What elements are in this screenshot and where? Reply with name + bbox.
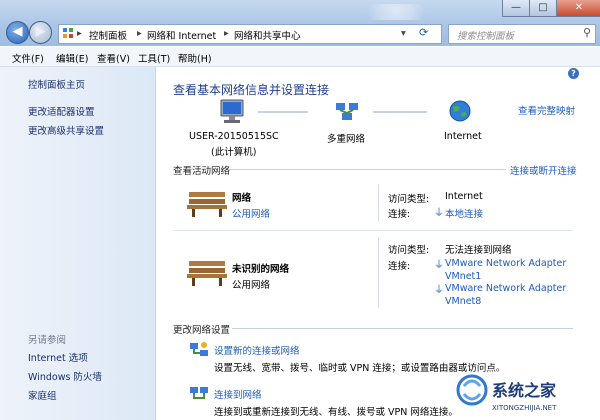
view-full-map-link[interactable]: 查看完整映射 xyxy=(518,103,575,117)
bench-icon xyxy=(187,192,227,217)
chevron-down-icon[interactable]: ▾ xyxy=(401,28,406,39)
breadcrumb-network-internet[interactable]: 网络和 Internet xyxy=(147,28,216,42)
connect-to-network-link[interactable]: 连接到网络 xyxy=(214,387,262,401)
see-also-heading: 另请参阅 xyxy=(28,335,67,346)
multiple-networks-icon xyxy=(336,103,358,120)
breadcrumb-sharing-center[interactable]: 网络和共享中心 xyxy=(234,28,301,42)
access-type-value: 无法连接到网络 xyxy=(445,245,512,256)
back-button[interactable]: ◀ xyxy=(6,21,29,44)
menu-tools[interactable]: 工具(T) xyxy=(138,51,170,65)
back-arrow-icon: ◀ xyxy=(12,24,23,39)
connect-disconnect-link[interactable]: 连接或断开连接 xyxy=(510,163,577,177)
computer-icon xyxy=(220,99,244,123)
bench-icon xyxy=(187,261,227,286)
menu-help[interactable]: 帮助(H) xyxy=(178,51,212,65)
divider xyxy=(232,328,573,329)
forward-arrow-icon: ▶ xyxy=(35,24,46,39)
change-settings-heading: 更改网络设置 xyxy=(173,325,231,336)
sidebar-item-sharing-settings[interactable]: 更改高级共享设置 xyxy=(28,123,104,137)
active-networks-heading: 查看活动网络 xyxy=(173,166,231,177)
help-icon[interactable]: ? xyxy=(568,68,579,79)
adapter-icon: ⏚ xyxy=(434,260,444,271)
menu-bar: 文件(F) 编辑(E) 查看(V) 工具(T) 帮助(H) xyxy=(0,47,600,67)
connections-label: 连接: xyxy=(388,209,411,220)
minimize-button[interactable]: — xyxy=(502,0,530,17)
map-connector xyxy=(373,111,427,113)
setup-connection-link[interactable]: 设置新的连接或网络 xyxy=(214,343,300,357)
connection-link[interactable]: VMnet1 xyxy=(445,271,481,282)
maximize-button[interactable]: □ xyxy=(529,0,557,17)
connect-to-network-desc: 连接到或重新连接到无线、有线、拨号或 VPN 网络连接。 xyxy=(214,407,458,418)
page-title: 查看基本网络信息并设置连接 xyxy=(173,83,330,97)
network-name: 未识别的网络 xyxy=(232,264,290,275)
internet-label: Internet xyxy=(444,131,482,142)
control-panel-icon xyxy=(63,28,73,38)
divider xyxy=(378,238,379,308)
svg-text:XITONGZHIJIA.NET: XITONGZHIJIA.NET xyxy=(492,404,557,412)
search-box[interactable]: 搜索控制面板 ⚲ xyxy=(448,24,596,44)
new-connection-icon xyxy=(190,342,208,356)
breadcrumb-separator: ▸ xyxy=(77,28,82,39)
connection-link[interactable]: VMnet8 xyxy=(445,296,481,307)
breadcrumb-separator: ▸ xyxy=(224,28,229,39)
address-bar[interactable]: ▸ 控制面板 ▸ 网络和 Internet ▸ 网络和共享中心 ▾ ⟳ xyxy=(58,24,442,44)
search-input[interactable]: 搜索控制面板 xyxy=(457,28,514,42)
menu-edit[interactable]: 编辑(E) xyxy=(56,51,88,65)
sidebar-item-firewall[interactable]: Windows 防火墙 xyxy=(28,369,102,383)
close-button[interactable]: ✕ xyxy=(556,0,600,17)
connection-link[interactable]: 本地连接 xyxy=(445,206,483,220)
glow-decoration xyxy=(356,4,436,20)
menu-view[interactable]: 查看(V) xyxy=(97,51,130,65)
connect-network-icon xyxy=(190,387,208,399)
site-watermark-logo: 系统之家 XITONGZHIJIA.NET xyxy=(452,368,600,420)
sidebar-item-homegroup[interactable]: 家庭组 xyxy=(28,388,57,402)
divider xyxy=(228,169,506,170)
map-connector xyxy=(258,111,308,113)
connection-link[interactable]: VMware Network Adapter xyxy=(445,258,566,269)
adapter-icon: ⏚ xyxy=(434,285,444,296)
sidebar-item-home[interactable]: 控制面板主页 xyxy=(28,77,85,91)
network-category: 公用网络 xyxy=(232,280,271,291)
access-type-value: Internet xyxy=(445,191,483,202)
sidebar-item-adapter-settings[interactable]: 更改适配器设置 xyxy=(28,104,95,118)
divider xyxy=(378,184,379,222)
svg-text:系统之家: 系统之家 xyxy=(492,381,557,400)
access-type-label: 访问类型: xyxy=(388,245,430,256)
connection-link[interactable]: VMware Network Adapter xyxy=(445,283,566,294)
connections-label: 连接: xyxy=(388,261,411,272)
breadcrumb-separator: ▸ xyxy=(137,28,142,39)
divider xyxy=(173,230,573,231)
computer-sublabel: (此计算机) xyxy=(211,147,257,158)
multiple-networks-label: 多重网络 xyxy=(327,134,366,145)
menu-file[interactable]: 文件(F) xyxy=(12,51,44,65)
window-controls: — □ ✕ xyxy=(502,0,600,17)
globe-icon xyxy=(449,100,471,122)
network-name: 网络 xyxy=(232,193,252,204)
access-type-label: 访问类型: xyxy=(388,194,430,205)
network-category-link[interactable]: 公用网络 xyxy=(232,206,270,220)
breadcrumb-control-panel[interactable]: 控制面板 xyxy=(89,28,127,42)
sidebar: 控制面板主页 更改适配器设置 更改高级共享设置 另请参阅 Internet 选项… xyxy=(0,67,156,420)
computer-name: USER-20150515SC xyxy=(189,131,279,142)
sidebar-item-internet-options[interactable]: Internet 选项 xyxy=(28,350,88,364)
adapter-icon: ⏚ xyxy=(434,208,444,219)
search-icon[interactable]: ⚲ xyxy=(583,26,591,39)
refresh-icon[interactable]: ⟳ xyxy=(419,26,428,39)
forward-button[interactable]: ▶ xyxy=(29,21,52,44)
